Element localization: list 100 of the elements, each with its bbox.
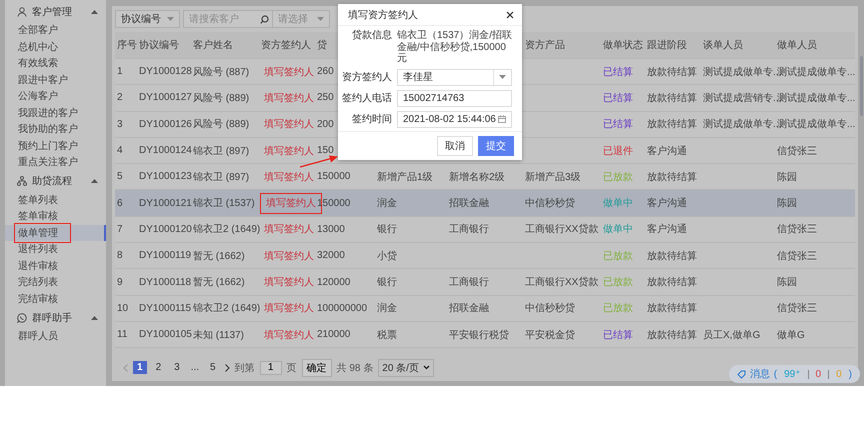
menu-item[interactable]: 有效线索 [15, 55, 61, 72]
table-cell: 锦衣卫 (897) [193, 146, 250, 157]
menu-item[interactable]: 签单审核 [15, 208, 61, 224]
date-field[interactable]: 2021-08-02 15:44:06 [397, 110, 512, 128]
message-label: 消息 [750, 368, 770, 381]
person-icon [17, 6, 27, 16]
calendar-icon [498, 115, 506, 123]
table-cell: 工商银行 [449, 224, 489, 236]
page-button[interactable]: 1 [133, 361, 147, 374]
menu-group[interactable]: 群呼助手 [5, 307, 106, 328]
menu-item[interactable]: 群呼人员 [15, 328, 61, 344]
menu-group[interactable]: 助贷流程 [5, 170, 106, 192]
menu-item[interactable]: 退件审核 [15, 258, 61, 274]
page-button[interactable]: 5 [206, 361, 220, 374]
status-text: 已结算 [603, 66, 633, 78]
field-label: 贷款信息 [351, 30, 392, 42]
table-cell: 银行 [377, 224, 397, 236]
search-field[interactable]: 请搜索客户 [183, 10, 273, 28]
signer-link[interactable]: 填写签约人 [261, 90, 317, 106]
menu-item[interactable]: 我协助的客户 [15, 121, 81, 138]
status-text: 已放款 [603, 250, 633, 262]
signer-link[interactable]: 填写签约人 [261, 117, 317, 132]
field-select[interactable]: 协议编号 [115, 10, 180, 28]
tree-icon [17, 176, 27, 186]
table-cell: 260 [317, 66, 334, 78]
table-cell: 放款待结算 [647, 250, 697, 262]
pagination-ellipsis[interactable]: ... [188, 361, 202, 374]
message-badge[interactable]: 消息 ( 99⁺ 0 0 ) [728, 365, 860, 383]
table-cell: 新增产品1级 [377, 172, 433, 183]
column-header: 贷 [316, 38, 328, 52]
menu-item[interactable]: 重点关注客户 [15, 154, 81, 170]
table-cell: 放款待结算 [647, 119, 697, 130]
signer-link[interactable]: 填写签约人 [261, 64, 317, 80]
table-cell: 未知 (1137) [193, 330, 244, 341]
table-cell: 8 [117, 250, 123, 262]
signer-select[interactable]: 李佳星 [397, 68, 512, 86]
signer-link[interactable]: 填写签约人 [261, 222, 317, 238]
table-cell: 中信秒秒贷 [525, 198, 575, 210]
page-input[interactable]: 1 [260, 360, 282, 374]
table-cell: 陈园 [777, 198, 797, 210]
field-label: 资方签约人 [342, 70, 392, 84]
table-cell: DY1000127 [139, 92, 192, 104]
signer-link[interactable]: 填写签约人 [261, 170, 317, 185]
chevron-right-icon [224, 364, 230, 372]
signer-link[interactable]: 填写签约人 [261, 144, 317, 159]
table-cell: DY1000120 [139, 224, 192, 235]
table-cell: 工商银行 [449, 277, 489, 288]
table-cell: 210000 [317, 329, 350, 340]
menu-group[interactable]: 客户管理 [5, 1, 106, 22]
menu-item[interactable]: 签单列表 [15, 192, 61, 208]
menu-group-title: 助贷流程 [32, 174, 73, 188]
select-value: 李佳星 [403, 70, 433, 84]
table-cell: 10 [117, 302, 128, 314]
menu-item[interactable]: 总机中心 [15, 38, 61, 55]
table-cell: 锦衣卫 (1537) [193, 198, 255, 210]
page-size-select[interactable]: 20 条/页 [378, 358, 434, 376]
column-header: 做单人员 [776, 38, 818, 52]
menu-item[interactable]: 我跟进的客户 [15, 104, 81, 121]
column-header: 跟进阶段 [646, 38, 688, 52]
status-text: 做单中 [603, 198, 633, 210]
menu-item[interactable]: 跟进中客户 [15, 72, 71, 88]
cancel-button[interactable]: 取消 [437, 136, 473, 156]
signer-link[interactable]: 填写签约人 [261, 275, 317, 290]
menu-item[interactable]: 退件列表 [15, 241, 61, 258]
table-cell: 新增名称2级 [449, 172, 505, 183]
table-cell: 锦衣卫 (897) [193, 172, 250, 183]
phone-field[interactable]: 15002714763 [397, 90, 512, 106]
status-text: 做单中 [603, 224, 633, 236]
table-cell: DY1000121 [139, 198, 192, 209]
signer-link[interactable]: 填写签约人 [261, 301, 317, 316]
caret-down-icon [167, 17, 174, 21]
submit-button[interactable]: 提交 [478, 136, 514, 156]
message-count: 99⁺ [783, 368, 802, 380]
signer-link[interactable]: 填写签约人 [261, 248, 317, 264]
menu-item[interactable]: 全部客户 [15, 22, 61, 38]
column-header: 协议编号 [138, 38, 180, 52]
menu-item[interactable]: 完结审核 [15, 290, 61, 307]
table-cell: 120000 [317, 276, 350, 288]
table-cell: 6 [117, 198, 123, 209]
table-cell: 暂无 (1662) [193, 250, 245, 262]
menu-item[interactable]: 预约上门客户 [15, 138, 81, 154]
select-value: 20 条/页 [382, 362, 419, 374]
field-label: 签约人电话 [342, 92, 392, 106]
menu-item[interactable]: 完结列表 [15, 274, 61, 290]
table-cell: 3 [117, 118, 123, 130]
confirm-button[interactable]: 确定 [302, 358, 332, 376]
select-placeholder: 请选择 [278, 12, 308, 26]
table-row[interactable]: 10 DY1000115 锦衣卫2 (1649) 填写签约人 100000000 润金 招联金融 中信秒秒贷 已放款 放款待结算 信贷张三 [115, 296, 855, 322]
page-button[interactable]: 3 [170, 361, 184, 374]
phone-chat-icon [17, 312, 27, 322]
column-header: 做单状态 [602, 38, 644, 52]
menu-item[interactable]: 公海客户 [15, 88, 61, 104]
signer-link[interactable]: 填写签约人 [261, 328, 317, 343]
status-text: 已结算 [603, 119, 633, 130]
column-header: 谈单人员 [702, 38, 744, 52]
table-cell: DY1000105 [139, 329, 192, 340]
caret-down-icon [422, 365, 430, 370]
table-cell: 放款待结算 [647, 303, 697, 314]
close-icon[interactable] [506, 10, 514, 18]
page-button[interactable]: 2 [152, 361, 166, 374]
